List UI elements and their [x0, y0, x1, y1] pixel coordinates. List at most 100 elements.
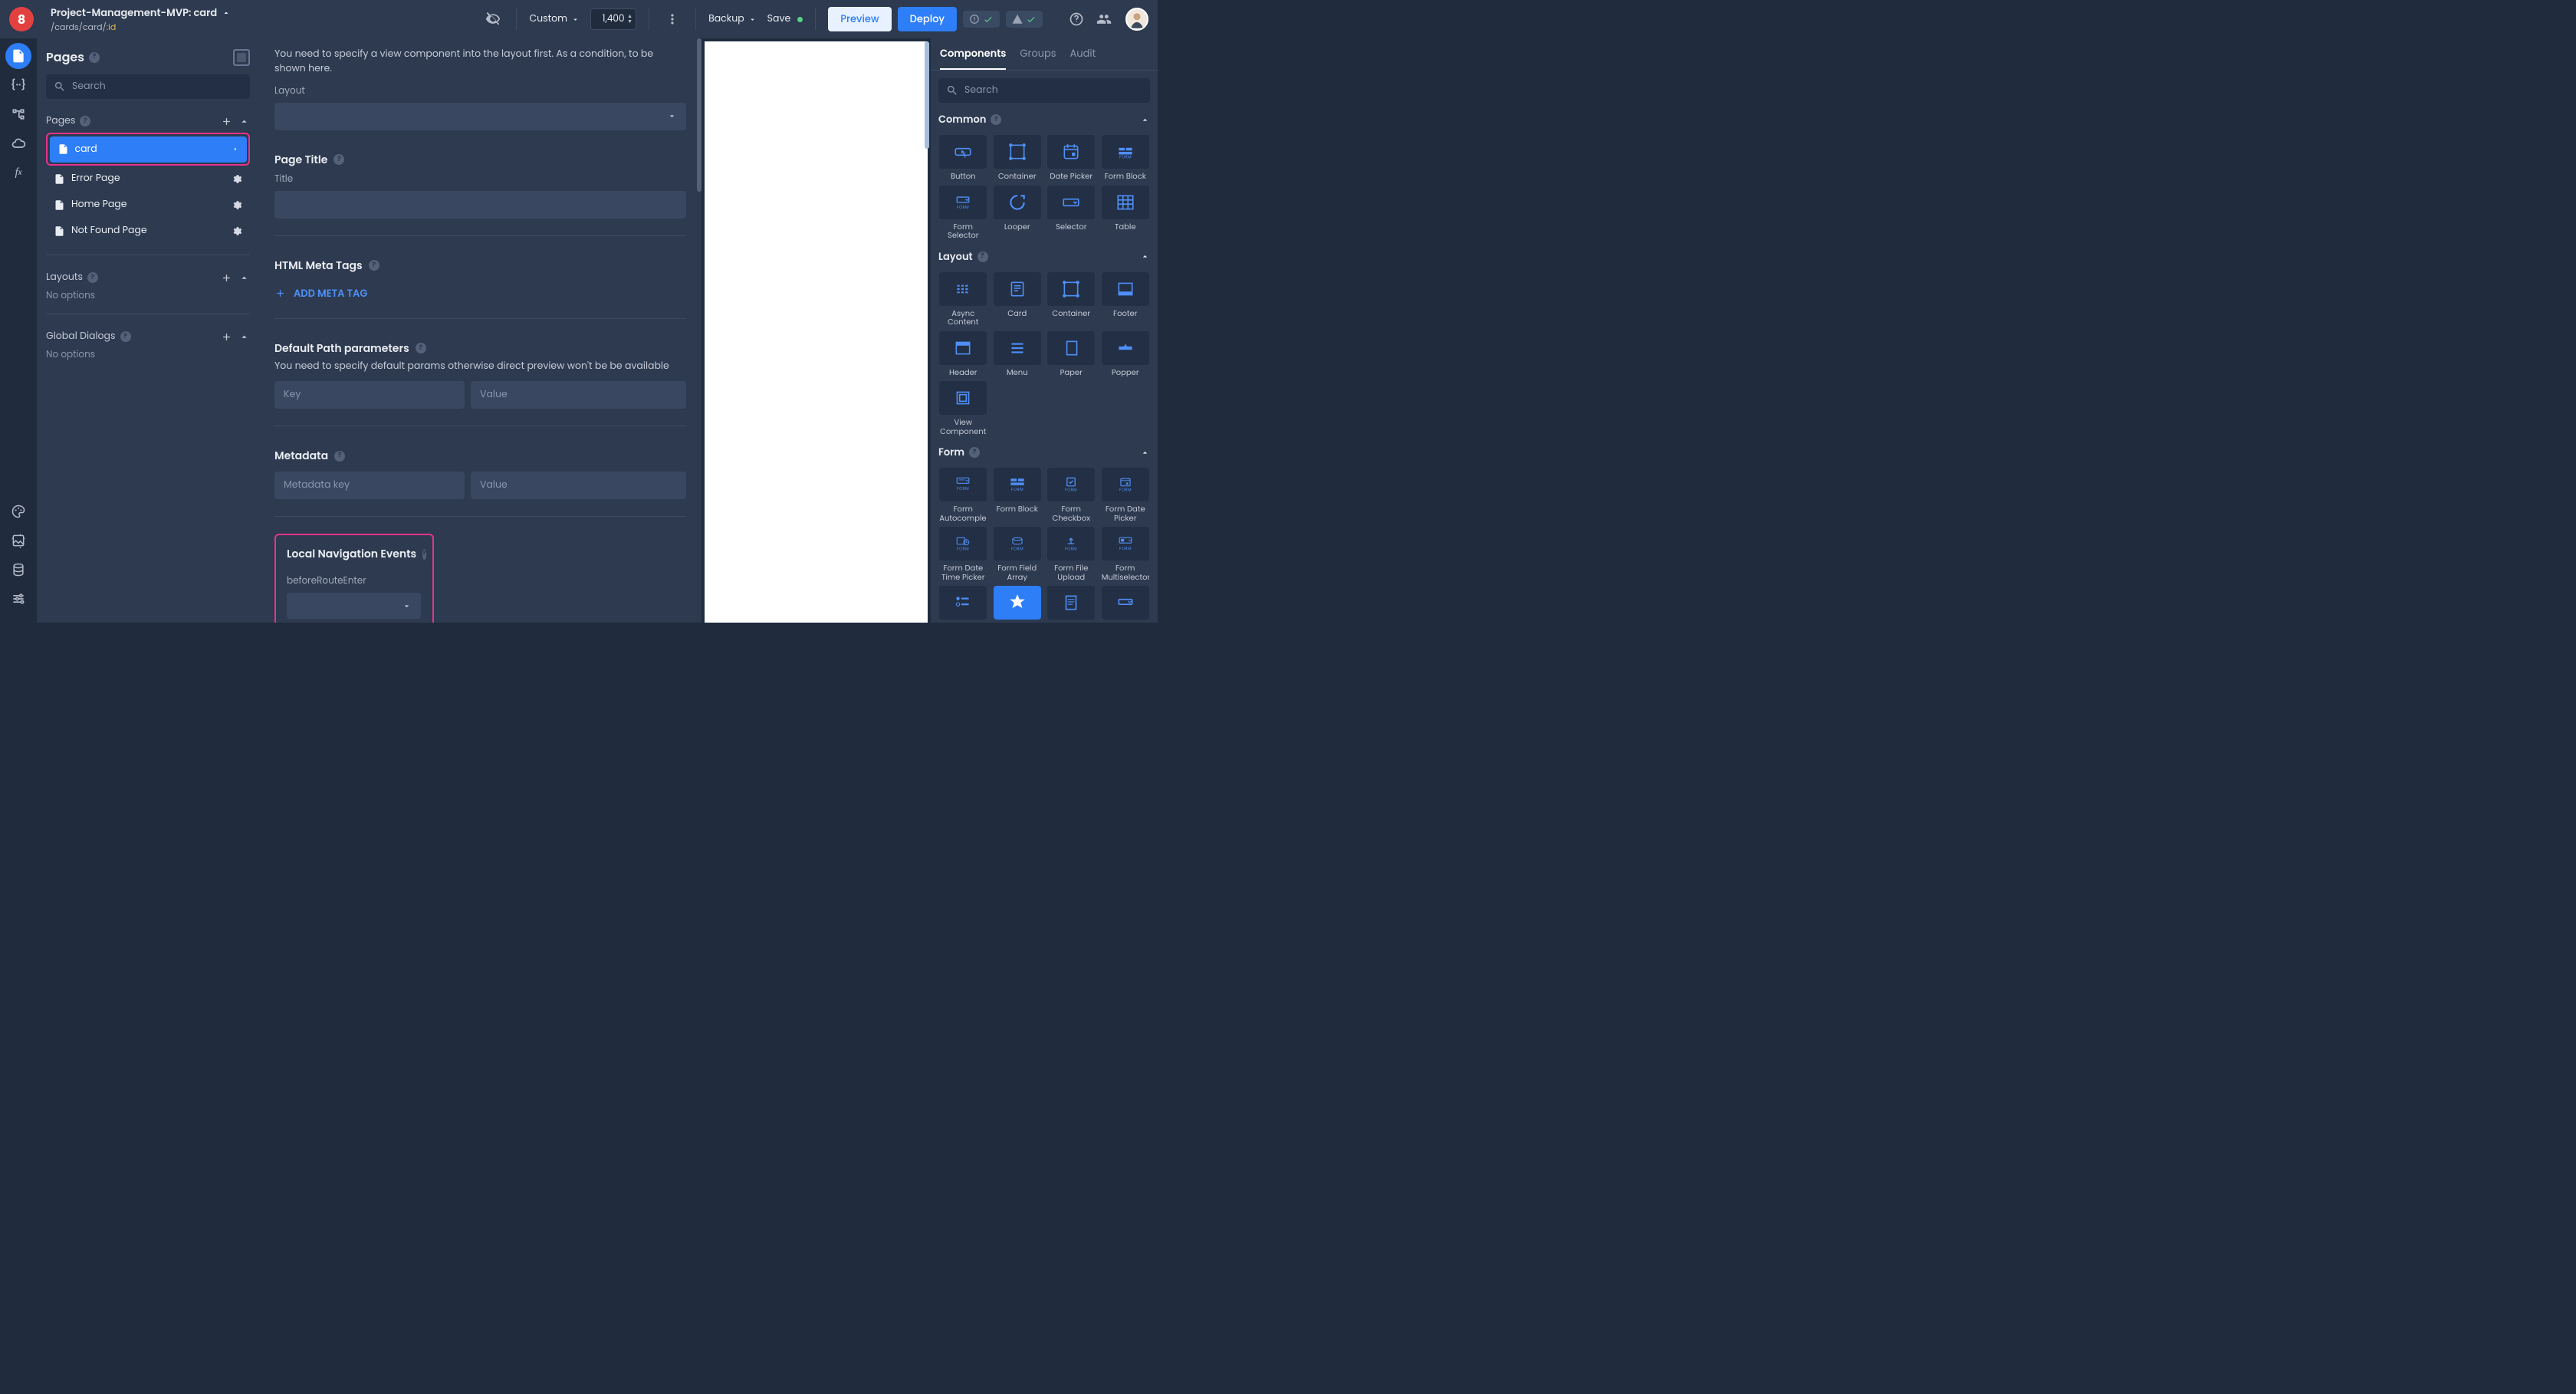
canvas-area[interactable]	[702, 38, 931, 623]
comp-formblock2[interactable]: FORMForm Block	[993, 468, 1043, 522]
help-icon[interactable]	[1066, 8, 1087, 30]
comp-formcheck[interactable]: FORMForm Checkbox	[1046, 468, 1096, 522]
comp-formarr[interactable]: FORMForm Field Array	[993, 527, 1043, 581]
rail-theme[interactable]	[5, 498, 31, 524]
comp-extra-2[interactable]	[993, 586, 1043, 620]
comp-button[interactable]: Button	[938, 135, 988, 181]
comp-formdate[interactable]: FORMForm Date Picker	[1101, 468, 1151, 522]
rail-state[interactable]: {··}	[5, 72, 31, 98]
help-icon[interactable]: ?	[334, 154, 344, 165]
viewport-width-input[interactable]: 1,400 ▲▼	[590, 8, 636, 30]
page-item-notfound[interactable]: Not Found Page	[46, 218, 250, 244]
rail-data[interactable]	[5, 557, 31, 583]
comp-formfile[interactable]: FORMForm File Upload	[1046, 527, 1096, 581]
comp-container[interactable]: Container	[993, 135, 1043, 181]
comp-extra-1[interactable]	[938, 586, 988, 620]
comp-formdt[interactable]: FORMForm Date Time Picker	[938, 527, 988, 581]
metadata-key-input[interactable]: Metadata key	[274, 472, 465, 499]
comp-async[interactable]: Async Content	[938, 272, 988, 327]
tab-components[interactable]: Components	[940, 38, 1006, 70]
page-item-card[interactable]: card	[50, 136, 247, 163]
path-value-input[interactable]: Value	[471, 381, 686, 409]
status-badge-2[interactable]	[1006, 11, 1043, 28]
project-path: /cards/card/:id	[51, 21, 231, 34]
components-search-input[interactable]: Search	[938, 78, 1150, 103]
comp-selector[interactable]: Selector	[1046, 186, 1096, 240]
more-vert-icon[interactable]	[662, 8, 683, 30]
comp-extra-3[interactable]	[1046, 586, 1096, 620]
comp-table[interactable]: Table	[1101, 186, 1151, 240]
comp-formblock[interactable]: FORMForm Block	[1101, 135, 1151, 181]
add-layout-icon[interactable]	[221, 272, 232, 284]
form-section[interactable]: Form?	[938, 445, 1150, 460]
comp-popper[interactable]: Popper	[1101, 331, 1151, 377]
layers-toggle[interactable]	[233, 49, 250, 66]
help-icon[interactable]: ?	[334, 451, 345, 462]
tab-groups[interactable]: Groups	[1020, 38, 1056, 70]
canvas-preview[interactable]	[705, 41, 928, 623]
meta-section: HTML Meta Tags?	[274, 258, 686, 274]
path-key-input[interactable]: Key	[274, 381, 465, 409]
comp-formmulti[interactable]: FORMForm Multiselector	[1101, 527, 1151, 581]
svg-text:FORM: FORM	[957, 486, 969, 492]
save-button[interactable]: Save	[767, 12, 803, 26]
backup-button[interactable]: Backup	[708, 12, 757, 26]
gear-icon[interactable]	[231, 173, 242, 185]
help-icon[interactable]: ?	[87, 272, 98, 283]
rail-settings[interactable]	[5, 586, 31, 612]
tab-audit[interactable]: Audit	[1070, 38, 1096, 70]
rail-pages[interactable]	[5, 43, 31, 69]
add-dialog-icon[interactable]	[221, 331, 232, 343]
page-item-home[interactable]: Home Page	[46, 192, 250, 218]
gear-icon[interactable]	[231, 225, 242, 237]
comp-datepicker[interactable]: Date Picker	[1046, 135, 1096, 181]
help-icon[interactable]: ?	[80, 116, 90, 127]
comp-card[interactable]: Card	[993, 272, 1043, 327]
rail-assets[interactable]	[5, 528, 31, 554]
comp-menu[interactable]: Menu	[993, 331, 1043, 377]
common-section[interactable]: Common?	[938, 112, 1150, 127]
comp-formselector[interactable]: FORMForm Selector	[938, 186, 988, 240]
pages-search-input[interactable]: Search	[46, 74, 250, 99]
status-badge-1[interactable]	[963, 11, 1000, 28]
gear-icon[interactable]	[231, 199, 242, 211]
visibility-off-icon[interactable]	[482, 8, 504, 30]
add-meta-button[interactable]: ADD META TAG	[274, 286, 686, 301]
help-icon[interactable]: ?	[89, 52, 100, 63]
layout-section[interactable]: Layout?	[938, 249, 1150, 265]
rail-tree[interactable]	[5, 101, 31, 127]
add-page-icon[interactable]	[221, 116, 232, 127]
collapse-icon[interactable]	[238, 116, 250, 127]
comp-looper[interactable]: Looper	[993, 186, 1043, 240]
dialogs-empty: No options	[46, 348, 250, 362]
layout-select[interactable]	[274, 103, 686, 130]
help-icon[interactable]: ?	[120, 331, 131, 342]
collapse-icon[interactable]	[238, 331, 250, 343]
comp-paper[interactable]: Paper	[1046, 331, 1096, 377]
help-icon[interactable]: ?	[369, 260, 380, 271]
comp-container2[interactable]: Container	[1046, 272, 1096, 327]
app-logo[interactable]: 8	[9, 7, 34, 31]
help-icon[interactable]: ?	[422, 549, 426, 560]
preview-button[interactable]: Preview	[828, 7, 891, 31]
comp-footer[interactable]: Footer	[1101, 272, 1151, 327]
comp-formauto[interactable]: FORMForm Autocomple...	[938, 468, 988, 522]
project-title[interactable]: Project-Management-MVP: card	[51, 5, 231, 21]
before-enter-select[interactable]	[287, 593, 421, 619]
people-icon[interactable]	[1093, 8, 1115, 30]
help-icon[interactable]: ?	[416, 343, 426, 353]
check-icon	[983, 14, 994, 25]
canvas-scrollbar[interactable]	[925, 41, 929, 149]
comp-extra-4[interactable]	[1101, 586, 1151, 620]
comp-viewcomp[interactable]: View Component	[938, 381, 988, 436]
user-avatar[interactable]	[1125, 8, 1148, 31]
page-item-error[interactable]: Error Page	[46, 166, 250, 192]
collapse-icon[interactable]	[238, 272, 250, 284]
rail-cloud[interactable]	[5, 130, 31, 156]
title-input[interactable]	[274, 191, 686, 219]
deploy-button[interactable]: Deploy	[898, 7, 957, 31]
viewport-mode-select[interactable]: Custom	[529, 12, 580, 26]
metadata-value-input[interactable]: Value	[471, 472, 686, 499]
comp-header[interactable]: Header	[938, 331, 988, 377]
rail-functions[interactable]: fx	[5, 159, 31, 186]
